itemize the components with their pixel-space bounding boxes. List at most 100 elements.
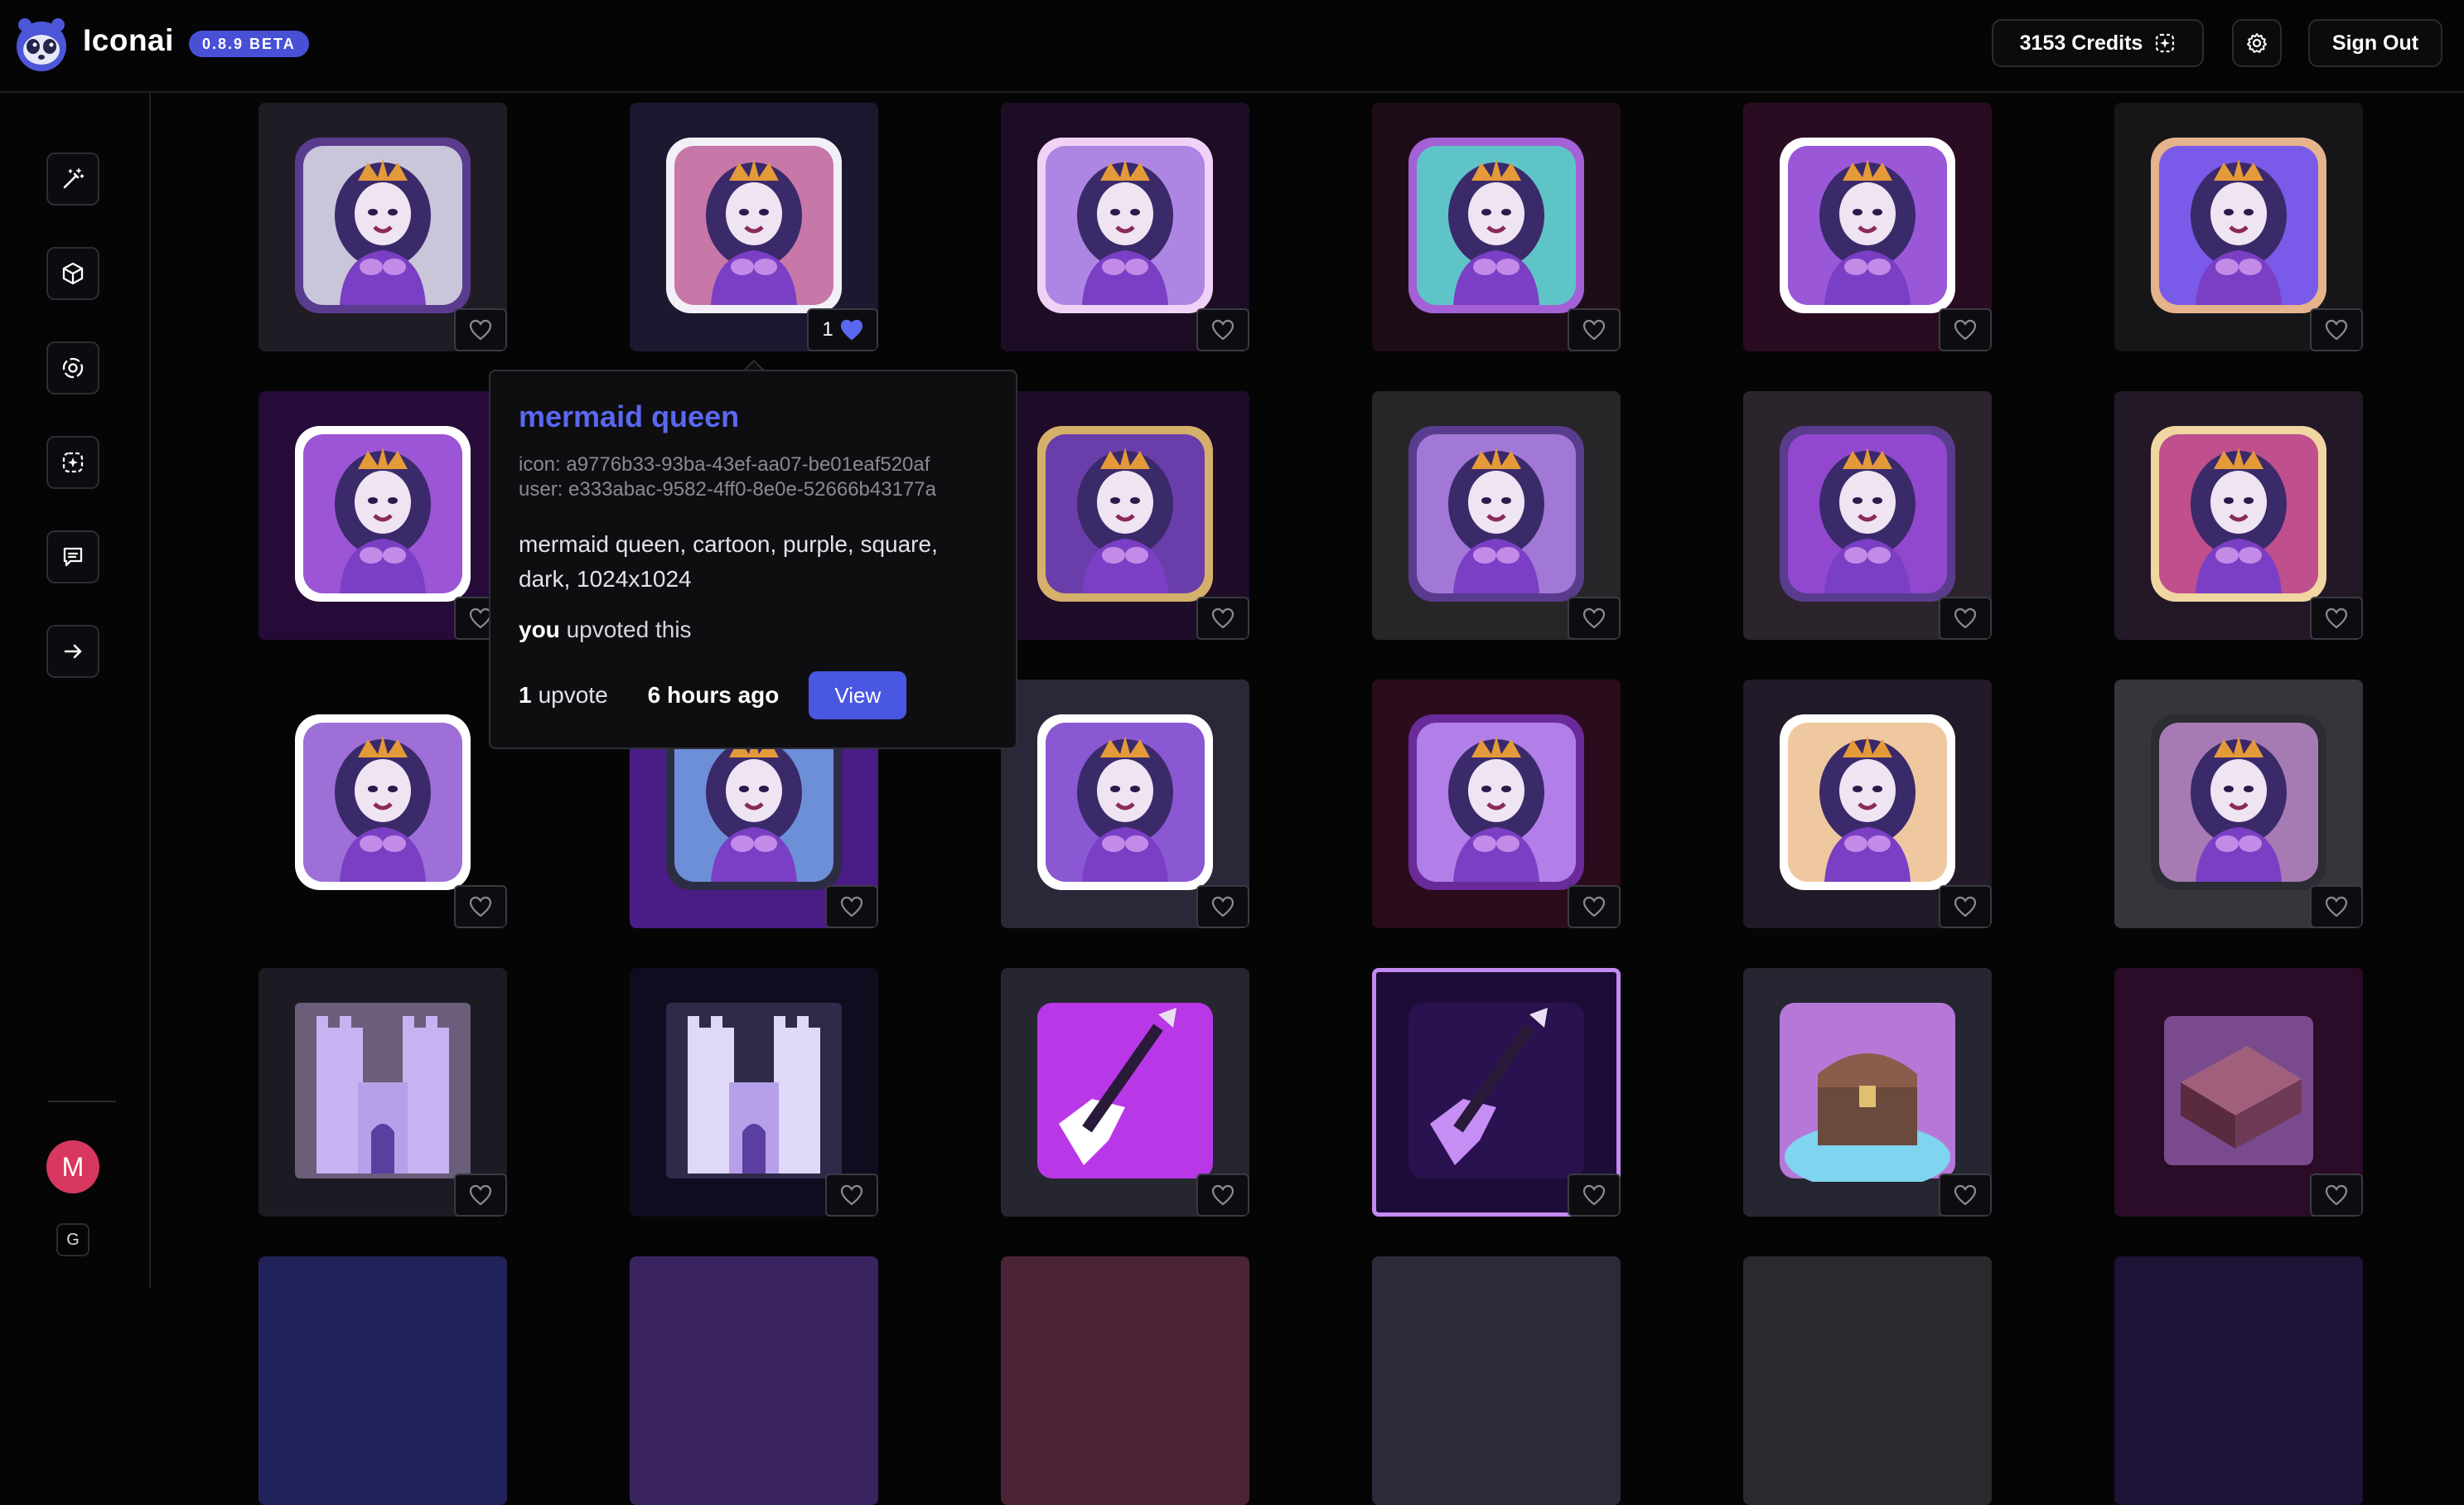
sign-out-button[interactable]: Sign Out bbox=[2308, 19, 2442, 67]
mermaid-queen-icon bbox=[295, 138, 471, 313]
heart-icon bbox=[840, 896, 863, 917]
heart-icon bbox=[1954, 896, 1977, 917]
icon-card[interactable] bbox=[2114, 1256, 2363, 1505]
credits-button[interactable]: 3153 Credits bbox=[1992, 19, 2204, 67]
icon-card[interactable] bbox=[1372, 968, 1621, 1217]
icon-card[interactable] bbox=[1743, 680, 1992, 928]
sidebar-item-generate[interactable] bbox=[46, 152, 99, 206]
upvote-button[interactable] bbox=[454, 885, 507, 928]
icon-card[interactable] bbox=[1372, 103, 1621, 351]
icon-card[interactable] bbox=[1743, 103, 1992, 351]
language-toggle-button[interactable]: G bbox=[56, 1223, 89, 1256]
mermaid-queen-icon bbox=[1408, 138, 1584, 313]
version-badge: 0.8.9 BETA bbox=[189, 31, 309, 57]
icon-card[interactable] bbox=[1001, 680, 1249, 928]
heart-icon bbox=[1582, 896, 1606, 917]
time-ago: 6 hours ago bbox=[647, 682, 780, 708]
icon-card[interactable] bbox=[630, 968, 878, 1217]
popover-user-id: user: e333abac-9582-4ff0-8e0e-52666b4317… bbox=[519, 478, 936, 501]
mermaid-queen-icon bbox=[1408, 714, 1584, 890]
sidebar-item-explore[interactable] bbox=[46, 341, 99, 394]
icon-card[interactable] bbox=[1743, 968, 1992, 1217]
upvote-button[interactable] bbox=[2310, 885, 2363, 928]
icon-card[interactable] bbox=[1001, 1256, 1249, 1505]
icon-card[interactable] bbox=[258, 968, 507, 1217]
upvote-button[interactable] bbox=[1939, 597, 1992, 640]
upvote-button[interactable] bbox=[1196, 597, 1249, 640]
upvote-button[interactable] bbox=[2310, 308, 2363, 351]
icon-card[interactable] bbox=[258, 680, 507, 928]
heart-icon bbox=[1211, 319, 1234, 341]
upvote-button[interactable] bbox=[1196, 308, 1249, 351]
upvote-word: upvote bbox=[538, 682, 608, 708]
icon-card[interactable] bbox=[2114, 391, 2363, 640]
sidebar: M G bbox=[0, 93, 151, 1288]
icon-card[interactable] bbox=[1372, 680, 1621, 928]
heart-icon bbox=[840, 1184, 863, 1206]
sidebar-item-expand[interactable] bbox=[46, 625, 99, 678]
sidebar-divider bbox=[48, 1101, 116, 1102]
icon-card[interactable] bbox=[258, 103, 507, 351]
mermaid-queen-icon bbox=[295, 714, 471, 890]
upvote-count: 1 bbox=[519, 682, 532, 708]
icon-card[interactable] bbox=[1743, 391, 1992, 640]
mermaid-queen-icon bbox=[2151, 426, 2326, 602]
upvote-text: upvoted this bbox=[566, 617, 692, 642]
mermaid-queen-icon bbox=[2151, 714, 2326, 890]
upvote-button[interactable] bbox=[825, 885, 878, 928]
icon-card[interactable] bbox=[630, 1256, 878, 1505]
dashed-sparkle-icon bbox=[62, 452, 84, 473]
upvote-count: 1 bbox=[822, 318, 833, 341]
upvote-button[interactable] bbox=[1939, 308, 1992, 351]
icon-card[interactable] bbox=[2114, 968, 2363, 1217]
popover-title[interactable]: mermaid queen bbox=[519, 399, 988, 434]
sidebar-item-feedback[interactable] bbox=[46, 530, 99, 583]
heart-icon bbox=[469, 1184, 492, 1206]
icon-card[interactable] bbox=[1001, 391, 1249, 640]
icon-card[interactable] bbox=[2114, 103, 2363, 351]
upvote-button[interactable] bbox=[1196, 1174, 1249, 1217]
magic-wand-icon bbox=[63, 168, 85, 189]
icon-card[interactable] bbox=[1001, 103, 1249, 351]
upvote-button[interactable] bbox=[1939, 1174, 1992, 1217]
icon-card[interactable]: 1 bbox=[630, 103, 878, 351]
top-bar: Iconai 0.8.9 BETA 3153 Credits Sign Out bbox=[0, 0, 2464, 93]
upvote-button[interactable] bbox=[1568, 597, 1621, 640]
arrow-right-icon bbox=[64, 644, 82, 659]
icon-card[interactable] bbox=[1743, 1256, 1992, 1505]
box-icon bbox=[2164, 1016, 2313, 1165]
upvote-button[interactable] bbox=[2310, 1174, 2363, 1217]
upvote-button[interactable] bbox=[1568, 1174, 1621, 1217]
upvote-button[interactable] bbox=[2310, 597, 2363, 640]
icon-card[interactable] bbox=[258, 391, 507, 640]
icon-card[interactable] bbox=[1372, 391, 1621, 640]
mermaid-queen-icon bbox=[2151, 138, 2326, 313]
upvote-button[interactable]: 1 bbox=[807, 308, 878, 351]
upvote-button[interactable] bbox=[1568, 308, 1621, 351]
icon-card[interactable] bbox=[1372, 1256, 1621, 1505]
upvote-button[interactable] bbox=[825, 1174, 878, 1217]
user-avatar[interactable]: M bbox=[46, 1140, 99, 1193]
sidebar-item-models[interactable] bbox=[46, 247, 99, 300]
icon-card[interactable] bbox=[2114, 680, 2363, 928]
upvote-button[interactable] bbox=[454, 308, 507, 351]
popover-icon-id: icon: a9776b33-93ba-43ef-aa07-be01eaf520… bbox=[519, 453, 930, 476]
heart-icon bbox=[1211, 607, 1234, 629]
upvote-button[interactable] bbox=[1568, 885, 1621, 928]
treasure-chest-icon bbox=[1780, 1003, 1955, 1182]
upvote-button[interactable] bbox=[454, 1174, 507, 1217]
sidebar-item-credits[interactable] bbox=[46, 436, 99, 489]
icon-card[interactable] bbox=[258, 1256, 507, 1505]
mermaid-queen-icon bbox=[1780, 138, 1955, 313]
upvote-button[interactable] bbox=[1196, 885, 1249, 928]
credits-label: 3153 Credits bbox=[2019, 31, 2143, 55]
settings-button[interactable] bbox=[2232, 19, 2282, 67]
heart-icon bbox=[2325, 1184, 2348, 1206]
heart-icon bbox=[2325, 607, 2348, 629]
mermaid-queen-icon bbox=[666, 138, 842, 313]
mermaid-queen-icon bbox=[1037, 426, 1213, 602]
iconai-logo-icon[interactable] bbox=[13, 17, 70, 73]
upvote-button[interactable] bbox=[1939, 885, 1992, 928]
view-button[interactable]: View bbox=[809, 671, 907, 719]
icon-card[interactable] bbox=[1001, 968, 1249, 1217]
